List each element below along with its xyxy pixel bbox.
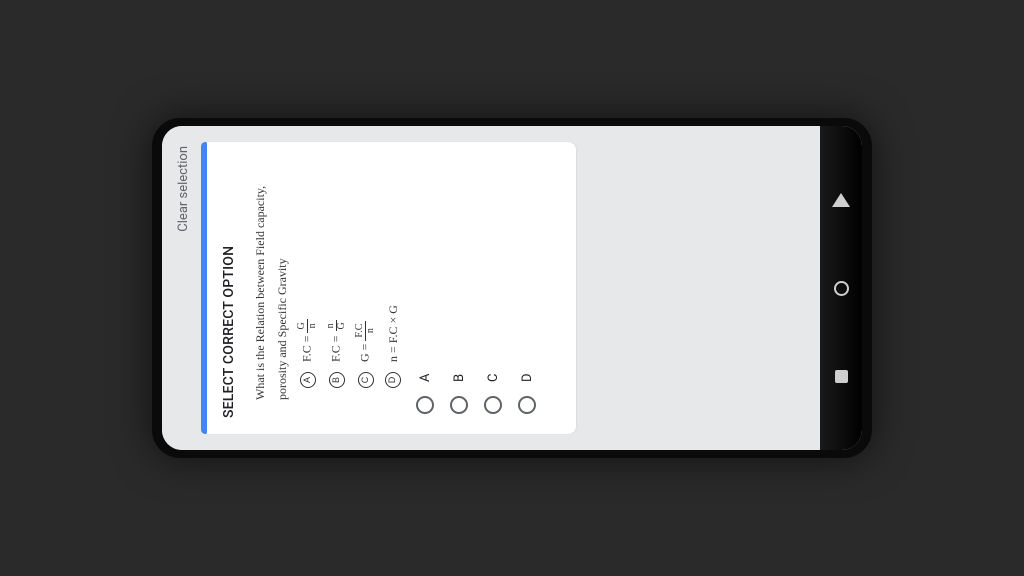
- android-nav-bar: [820, 126, 862, 450]
- answer-option-a-label: A: [418, 374, 433, 382]
- card-title: SELECT CORRECT OPTION: [221, 158, 237, 418]
- written-option-a-formula: F.C = G n: [297, 319, 318, 362]
- fraction: G n: [297, 319, 318, 332]
- written-option-d: D n = F.C × G: [384, 158, 402, 388]
- handwritten-options: A F.C = G n B: [297, 158, 402, 400]
- screen: Clear selection SELECT CORRECT OPTION Wh…: [162, 126, 862, 450]
- written-option-c-formula: G = F.C n: [355, 321, 376, 362]
- answer-option-c-label: C: [486, 374, 501, 382]
- written-option-c-label: C: [358, 372, 374, 388]
- formula-prefix: F.C =: [328, 336, 342, 362]
- fraction: F.C n: [355, 321, 376, 341]
- radio-icon[interactable]: [416, 396, 434, 414]
- radio-icon[interactable]: [518, 396, 536, 414]
- answer-option-d-label: D: [520, 373, 535, 382]
- radio-icon[interactable]: [484, 396, 502, 414]
- written-option-a: A F.C = G n: [297, 158, 318, 388]
- question-line-1: What is the Relation between Field capac…: [251, 158, 269, 400]
- content-area: Clear selection SELECT CORRECT OPTION Wh…: [162, 126, 820, 450]
- written-option-b-formula: F.C = n G: [326, 319, 347, 362]
- written-option-b-label: B: [329, 372, 345, 388]
- home-icon[interactable]: [834, 281, 849, 296]
- fraction-den: n: [366, 325, 376, 336]
- answer-option-c[interactable]: C: [484, 158, 502, 414]
- handwritten-question: What is the Relation between Field capac…: [251, 158, 402, 418]
- radio-icon[interactable]: [450, 396, 468, 414]
- answer-option-b[interactable]: B: [450, 158, 468, 414]
- formula-prefix: G =: [357, 344, 371, 362]
- formula-prefix: F.C =: [299, 336, 313, 362]
- fraction: n G: [326, 319, 347, 332]
- written-option-a-label: A: [300, 372, 316, 388]
- question-line-2: porosity and Specific Gravity: [273, 158, 291, 400]
- fraction-den: n: [308, 320, 318, 331]
- clear-selection-link[interactable]: Clear selection: [172, 142, 201, 434]
- phone-frame: Clear selection SELECT CORRECT OPTION Wh…: [152, 118, 872, 458]
- answer-option-b-label: B: [452, 374, 467, 382]
- answer-radio-group: A B C D: [416, 158, 536, 418]
- written-option-d-formula: n = F.C × G: [384, 305, 402, 362]
- question-card: SELECT CORRECT OPTION What is the Relati…: [201, 142, 576, 434]
- card-accent-bar: [201, 142, 207, 434]
- answer-option-a[interactable]: A: [416, 158, 434, 414]
- fraction-den: G: [337, 319, 347, 332]
- back-icon[interactable]: [832, 193, 850, 207]
- answer-option-d[interactable]: D: [518, 158, 536, 414]
- written-option-d-label: D: [385, 372, 401, 388]
- written-option-b: B F.C = n G: [326, 158, 347, 388]
- written-option-c: C G = F.C n: [355, 158, 376, 388]
- recent-apps-icon[interactable]: [835, 370, 848, 383]
